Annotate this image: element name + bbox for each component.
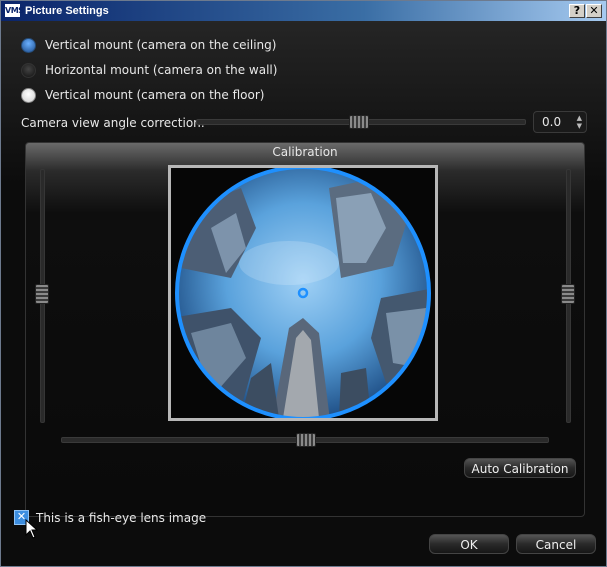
title-bar: VMS Picture Settings ? ✕ bbox=[1, 1, 606, 21]
left-vertical-slider-thumb[interactable] bbox=[35, 284, 49, 304]
dialog-content: Vertical mount (camera on the ceiling) H… bbox=[1, 21, 606, 566]
angle-correction-slider-thumb[interactable] bbox=[349, 115, 369, 129]
cancel-button[interactable]: Cancel bbox=[516, 534, 596, 554]
mount-option-wall[interactable]: Horizontal mount (camera on the wall) bbox=[21, 61, 277, 79]
angle-correction-label: Camera view angle correction: bbox=[21, 116, 205, 130]
radio-wall[interactable] bbox=[21, 62, 36, 78]
mount-option-wall-label: Horizontal mount (camera on the wall) bbox=[45, 63, 278, 77]
angle-correction-value: 0.0 bbox=[542, 115, 562, 129]
right-vertical-slider-thumb[interactable] bbox=[561, 284, 575, 304]
mouse-cursor-icon bbox=[25, 519, 39, 539]
calibration-title: Calibration bbox=[272, 145, 338, 159]
horizontal-calibration-slider-thumb[interactable] bbox=[296, 433, 316, 447]
spin-up-icon[interactable]: ▲ bbox=[577, 115, 582, 122]
window-title: Picture Settings bbox=[25, 5, 109, 17]
mount-option-ceiling[interactable]: Vertical mount (camera on the ceiling) bbox=[21, 36, 276, 54]
auto-calibration-button[interactable]: Auto Calibration bbox=[464, 458, 576, 478]
close-button[interactable]: ✕ bbox=[586, 4, 602, 18]
spin-down-icon[interactable]: ▼ bbox=[577, 123, 582, 130]
ok-button[interactable]: OK bbox=[429, 534, 509, 554]
mount-option-ceiling-label: Vertical mount (camera on the ceiling) bbox=[45, 38, 277, 52]
mount-option-floor[interactable]: Vertical mount (camera on the floor) bbox=[21, 86, 264, 104]
help-button[interactable]: ? bbox=[569, 4, 585, 18]
angle-correction-spinbox[interactable]: 0.0 ▲ ▼ bbox=[533, 111, 587, 133]
app-logo-icon: VMS bbox=[5, 4, 24, 17]
calibration-panel: Calibration Auto Calibration bbox=[25, 142, 585, 517]
fisheye-preview-frame bbox=[168, 165, 438, 421]
fisheye-preview-image[interactable] bbox=[171, 168, 435, 418]
fisheye-checkbox-label[interactable]: This is a fish-eye lens image bbox=[36, 510, 206, 526]
radio-floor[interactable] bbox=[21, 87, 36, 103]
picture-settings-dialog: VMS Picture Settings ? ✕ Vertical mount … bbox=[0, 0, 607, 567]
mount-option-floor-label: Vertical mount (camera on the floor) bbox=[45, 88, 265, 102]
fisheye-city-image bbox=[171, 168, 435, 418]
radio-ceiling[interactable] bbox=[21, 37, 36, 53]
